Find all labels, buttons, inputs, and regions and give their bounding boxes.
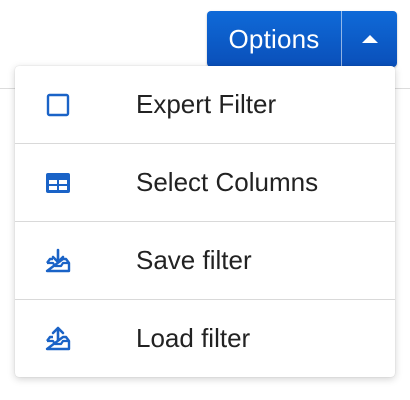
menu-item-label: Save filter	[136, 245, 252, 275]
options-split-button: Options	[207, 11, 397, 67]
menu-item-label: Load filter	[136, 323, 251, 353]
options-toggle-button[interactable]	[342, 11, 397, 67]
tray-download-icon	[44, 247, 72, 275]
menu-item-label: Select Columns	[136, 167, 319, 197]
table-columns-icon	[44, 169, 72, 197]
caret-up-icon	[361, 35, 378, 43]
menu-item-label: Expert Filter	[136, 89, 277, 119]
options-dropdown-menu: Expert Filter Select Columns Save filter	[15, 66, 395, 377]
square-outline-icon	[44, 91, 72, 119]
menu-item-expert-filter[interactable]: Expert Filter	[15, 66, 395, 144]
options-button[interactable]: Options	[207, 11, 341, 67]
menu-item-load-filter[interactable]: Load filter	[15, 300, 395, 377]
menu-item-select-columns[interactable]: Select Columns	[15, 144, 395, 222]
tray-upload-icon	[44, 325, 72, 353]
menu-item-save-filter[interactable]: Save filter	[15, 222, 395, 300]
